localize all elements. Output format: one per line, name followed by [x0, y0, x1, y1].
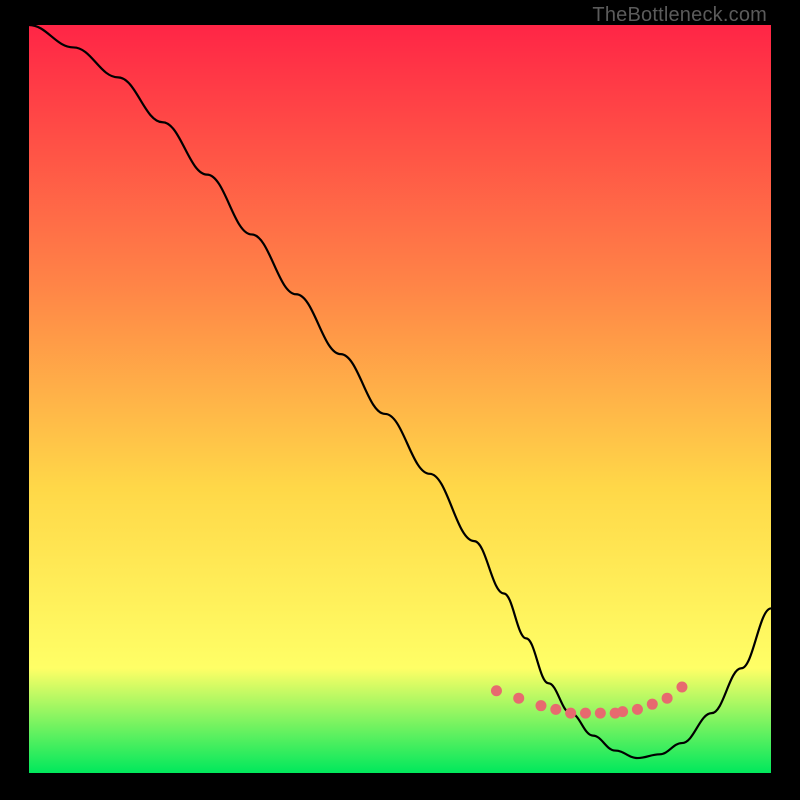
- gradient-background: [29, 25, 771, 773]
- highlight-marker: [565, 708, 576, 719]
- chart-frame: [29, 25, 771, 773]
- highlight-marker: [662, 693, 673, 704]
- highlight-marker: [676, 681, 687, 692]
- highlight-marker: [595, 708, 606, 719]
- highlight-marker: [491, 685, 502, 696]
- highlight-marker: [647, 699, 658, 710]
- highlight-marker: [580, 708, 591, 719]
- highlight-marker: [513, 693, 524, 704]
- highlight-marker: [632, 704, 643, 715]
- highlight-marker: [617, 706, 628, 717]
- highlight-marker: [535, 700, 546, 711]
- watermark-text: TheBottleneck.com: [592, 4, 767, 27]
- highlight-marker: [550, 704, 561, 715]
- bottleneck-chart: [29, 25, 771, 773]
